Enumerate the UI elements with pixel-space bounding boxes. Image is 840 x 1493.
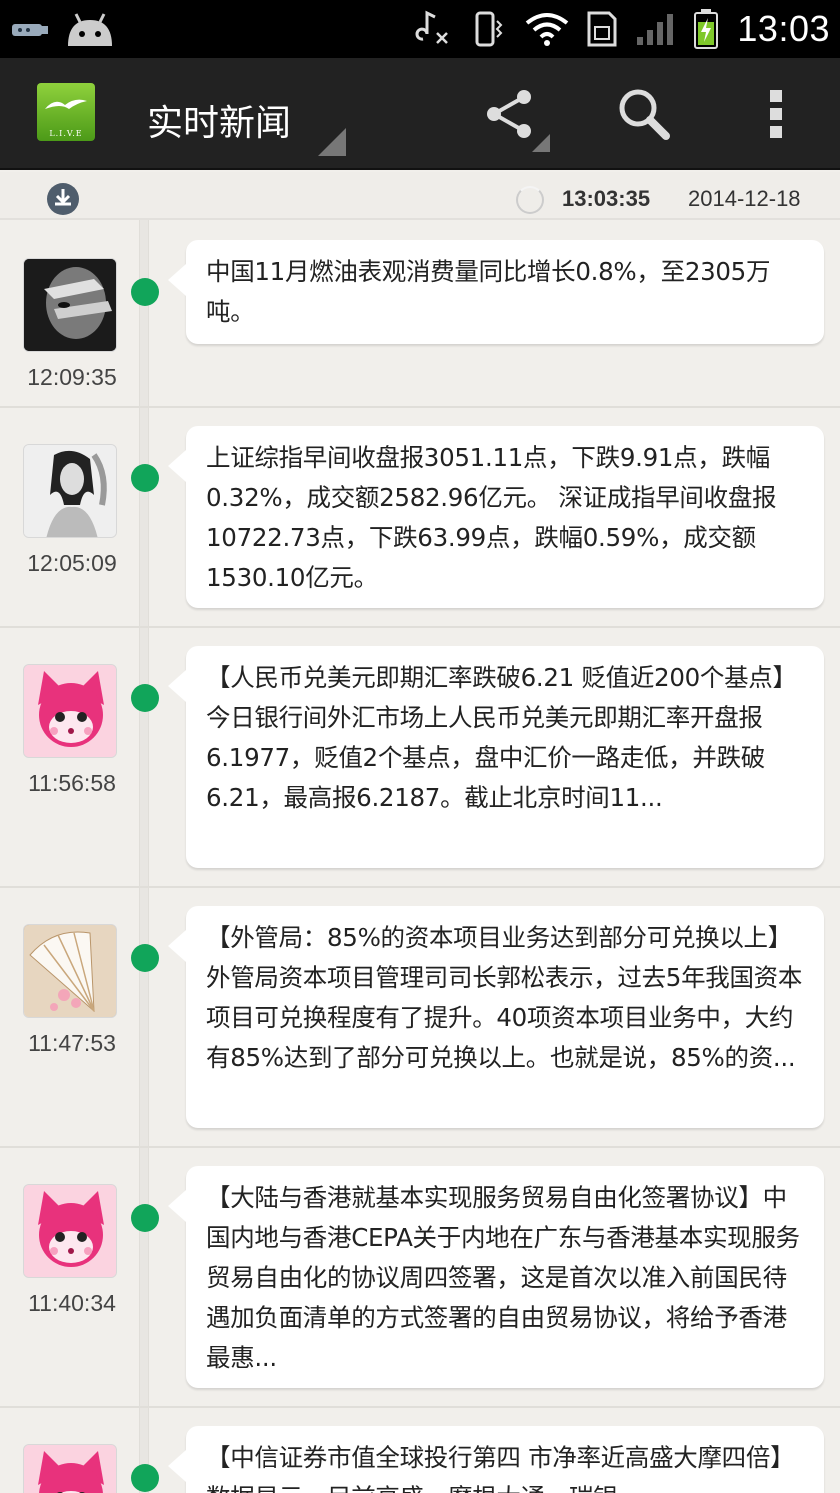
battery-charging-icon <box>694 9 719 49</box>
bw-girl-avatar <box>24 445 116 537</box>
news-bubble[interactable]: 【外管局：85%的资本项目业务达到部分可兑换以上】外管局资本项目管理司司长郭松表… <box>168 906 824 1128</box>
sub-header: 13:03:35 2014-12-18 <box>0 172 840 220</box>
action-bar <box>0 58 840 170</box>
bw-face-avatar <box>24 259 116 351</box>
news-bubble[interactable]: 【人民币兑美元即期汇率跌破6.21 贬值近200个基点】今日银行间外汇市场上人民… <box>168 646 824 868</box>
app-logo[interactable]: L.I.V.E <box>37 83 95 141</box>
news-text: 【人民币兑美元即期汇率跌破6.21 贬值近200个基点】今日银行间外汇市场上人民… <box>206 663 797 812</box>
dropdown-indicator-icon <box>318 128 346 156</box>
news-bubble[interactable]: 中国11月燃油表观消费量同比增长0.8%，至2305万吨。 <box>168 240 824 344</box>
news-time: 12:05:09 <box>27 550 117 576</box>
page-title[interactable]: 实时新闻 <box>147 94 291 146</box>
share-dropdown-indicator-icon <box>532 134 550 152</box>
fan-avatar <box>24 925 116 1017</box>
timeline-dot <box>131 278 159 306</box>
pink-fox-avatar <box>24 665 116 757</box>
news-text: 【外管局：85%的资本项目业务达到部分可兑换以上】外管局资本项目管理司司长郭松表… <box>206 923 803 1072</box>
signal-icon <box>637 14 674 45</box>
timeline-dot <box>131 684 159 712</box>
news-text: 【中信证券市值全球投行第四 市净率近高盛大摩四倍】数据显示，目前高盛、摩根大通、… <box>206 1443 795 1493</box>
usb-icon <box>12 24 48 36</box>
news-text: 中国11月燃油表观消费量同比增长0.8%，至2305万吨。 <box>206 257 771 326</box>
overflow-menu-icon <box>770 90 782 138</box>
item-divider <box>0 626 840 628</box>
avatar[interactable] <box>23 1444 117 1493</box>
status-clock: 13:03 <box>737 8 830 49</box>
android-icon <box>68 13 112 46</box>
timeline-dot <box>131 944 159 972</box>
download-icon[interactable] <box>46 182 80 216</box>
news-time: 11:56:58 <box>28 770 116 796</box>
overflow-menu-button[interactable] <box>720 58 832 170</box>
refresh-time: 13:03:35 <box>562 186 651 211</box>
news-text: 上证综指早间收盘报3051.11点，下跌9.91点，跌幅0.32%，成交额258… <box>206 443 777 592</box>
refresh-date: 2014-12-18 <box>688 186 801 211</box>
music-muted-icon <box>415 10 449 44</box>
news-bubble[interactable]: 【中信证券市值全球投行第四 市净率近高盛大摩四倍】数据显示，目前高盛、摩根大通、… <box>168 1426 824 1493</box>
timeline-dot <box>131 1464 159 1492</box>
news-time: 11:40:34 <box>28 1290 116 1316</box>
news-time: 12:09:35 <box>27 364 117 390</box>
news-text: 【大陆与香港就基本实现服务贸易自由化签署协议】中国内地与香港CEPA关于内地在广… <box>206 1183 800 1372</box>
item-divider <box>0 1406 840 1408</box>
timeline-line <box>139 172 149 1493</box>
status-bar: 13:03 <box>0 0 840 58</box>
avatar[interactable] <box>23 1184 117 1278</box>
search-button[interactable] <box>588 58 700 170</box>
pink-fox-avatar <box>24 1445 116 1493</box>
avatar[interactable] <box>23 664 117 758</box>
avatar[interactable] <box>23 258 117 352</box>
avatar[interactable] <box>23 924 117 1018</box>
logo-text: L.I.V.E <box>49 129 83 138</box>
share-button[interactable] <box>454 58 566 170</box>
search-icon <box>619 89 670 140</box>
pink-fox-avatar <box>24 1185 116 1277</box>
sim-icon <box>587 11 617 47</box>
wifi-icon <box>526 13 569 46</box>
item-divider <box>0 886 840 888</box>
loading-spinner-icon <box>516 186 544 214</box>
item-divider <box>0 406 840 408</box>
news-bubble[interactable]: 【大陆与香港就基本实现服务贸易自由化签署协议】中国内地与香港CEPA关于内地在广… <box>168 1166 824 1388</box>
news-time: 11:47:53 <box>28 1030 116 1056</box>
item-divider <box>0 1146 840 1148</box>
vibrate-icon <box>475 11 503 47</box>
share-icon <box>487 90 531 138</box>
avatar[interactable] <box>23 444 117 538</box>
wing-icon <box>45 99 87 109</box>
news-bubble[interactable]: 上证综指早间收盘报3051.11点，下跌9.91点，跌幅0.32%，成交额258… <box>168 426 824 608</box>
timeline-dot <box>131 464 159 492</box>
timeline-dot <box>131 1204 159 1232</box>
